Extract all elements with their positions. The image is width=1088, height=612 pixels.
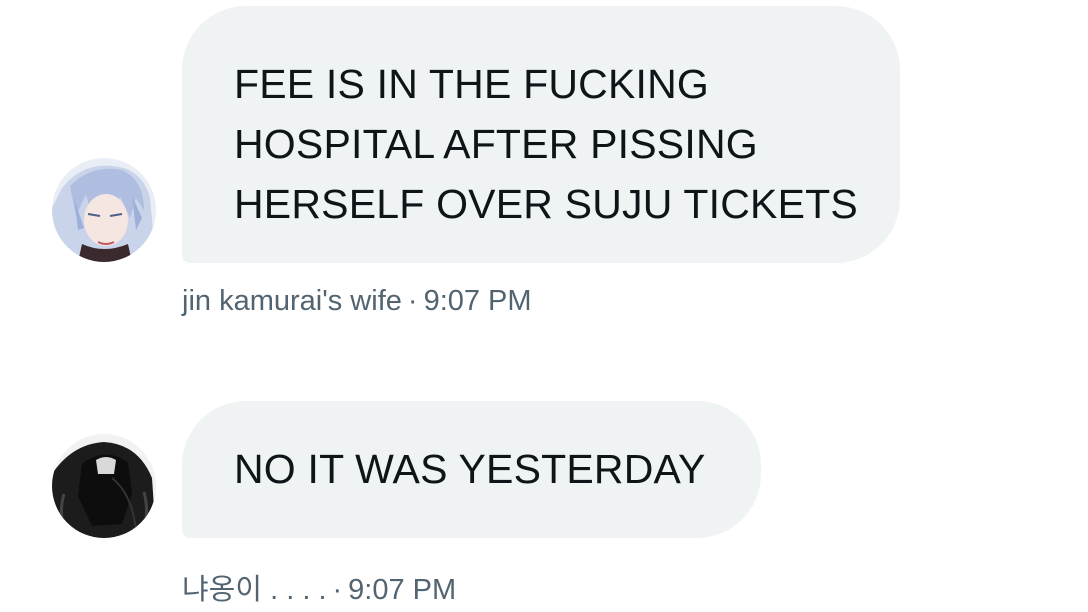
sender-avatar-1[interactable] [52,158,156,262]
message-time: 9:07 PM [423,285,532,317]
message-meta-1: jin kamurai's wife · 9:07 PM [182,285,532,318]
anime-avatar-icon [52,158,156,262]
meta-separator: · [407,285,418,317]
sender-name[interactable]: jin kamurai's wife [182,285,402,317]
message-meta-2: 냐옹이 . . . . · 9:07 PM [182,566,456,608]
sender-name[interactable]: 냐옹이 . . . . [182,574,327,606]
sender-avatar-2[interactable] [52,434,156,538]
message-bubble-1[interactable]: FEE IS IN THE FUCKING HOSPITAL AFTER PIS… [182,6,900,263]
message-bubble-2[interactable]: NO IT WAS YESTERDAY [182,401,761,538]
message-text-line: NO IT WAS YESTERDAY [234,446,706,492]
message-time: 9:07 PM [348,574,457,606]
meta-separator: · [332,574,343,606]
dark-figure-avatar-icon [52,434,156,538]
message-text-line: HERSELF OVER SUJU TICKETS [234,181,858,227]
message-text-line: HOSPITAL AFTER PISSING [234,121,758,167]
message-text-line: FEE IS IN THE FUCKING [234,61,709,107]
